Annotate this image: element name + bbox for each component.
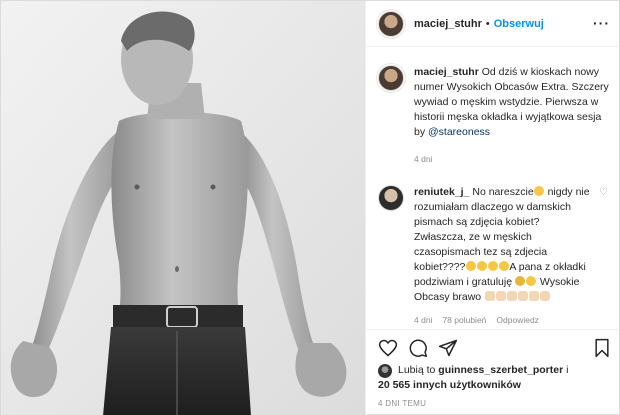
comment-item: reniutek_j_ No nareszcie nigdy nie rozum… (366, 167, 620, 328)
follow-button[interactable]: Obserwuj (494, 18, 544, 30)
likes-summary: Lubią to guinness_szerbet_porter i 20 56… (378, 363, 614, 393)
caption-mention[interactable]: @stareoness (428, 126, 490, 138)
heart-eyes-emoji-icon-2 (526, 276, 537, 286)
comment-meta: 4 dni 78 polubień Odpowiedz (414, 313, 594, 328)
post-side-panel: maciej_stuhr • Obserwuj ··· maciej_stuhr… (365, 1, 620, 415)
liker-avatar[interactable] (378, 364, 392, 378)
shirtless-man-photo (1, 1, 365, 415)
caption-item: maciej_stuhr Od dziś w kioskach nowy num… (366, 47, 620, 167)
caption-body: maciej_stuhr Od dziś w kioskach nowy num… (414, 65, 610, 167)
post-photo[interactable] (1, 1, 365, 415)
liker-username[interactable]: guinness_szerbet_porter (438, 364, 563, 376)
comment-icon[interactable] (408, 338, 428, 361)
smile-emoji-icon (476, 261, 487, 271)
laugh-emoji-icon (498, 261, 509, 271)
share-icon[interactable] (438, 338, 458, 361)
likes-conj: i (566, 364, 569, 376)
separator-dot: • (485, 17, 490, 30)
post-header: maciej_stuhr • Obserwuj ··· (366, 1, 620, 47)
caption-username[interactable]: maciej_stuhr (414, 66, 479, 78)
comment-like-heart-icon[interactable]: ♡ (599, 187, 608, 198)
comment-body: reniutek_j_ No nareszcie nigdy nie rozum… (414, 185, 594, 328)
comment-text-part1: No nareszcie (472, 186, 534, 198)
post-frame: maciej_stuhr • Obserwuj ··· maciej_stuhr… (0, 0, 620, 415)
author-avatar[interactable] (378, 10, 404, 37)
post-date[interactable]: 4 DNI TEMU (378, 399, 426, 408)
clap-emoji-icon (484, 291, 495, 301)
action-bar (366, 329, 620, 367)
caption-meta: 4 dni (414, 152, 610, 167)
sunglasses-emoji-icon (487, 261, 498, 271)
clap-emoji-icon-6 (539, 291, 550, 301)
clap-emoji-icon-5 (528, 291, 539, 301)
comment-likes[interactable]: 78 polubień (442, 313, 486, 328)
likes-others[interactable]: 20 565 innych użytkowników (378, 379, 521, 391)
caption-time[interactable]: 4 dni (414, 152, 432, 167)
reply-button[interactable]: Odpowiedz (496, 313, 539, 328)
clap-emoji-icon-4 (517, 291, 528, 301)
caption-avatar[interactable] (378, 65, 404, 91)
comment-time[interactable]: 4 dni (414, 313, 432, 328)
commenter-avatar[interactable] (378, 185, 404, 211)
heart-icon[interactable] (378, 338, 398, 361)
comment-username[interactable]: reniutek_j_ (414, 186, 469, 198)
author-username[interactable]: maciej_stuhr (414, 18, 482, 30)
more-options-icon[interactable]: ··· (593, 15, 610, 31)
rolling-eyes-emoji-icon (465, 261, 476, 271)
clap-emoji-icon-2 (495, 291, 506, 301)
clap-emoji-icon-3 (506, 291, 517, 301)
trophy-emoji-icon (515, 276, 526, 286)
comments-section: maciej_stuhr Od dziś w kioskach nowy num… (366, 47, 620, 329)
bookmark-icon[interactable] (592, 338, 612, 361)
comment-text-part2: nigdy nie rozumiałam dlaczego w damskich… (414, 186, 590, 273)
heart-eyes-emoji-icon (534, 186, 545, 196)
